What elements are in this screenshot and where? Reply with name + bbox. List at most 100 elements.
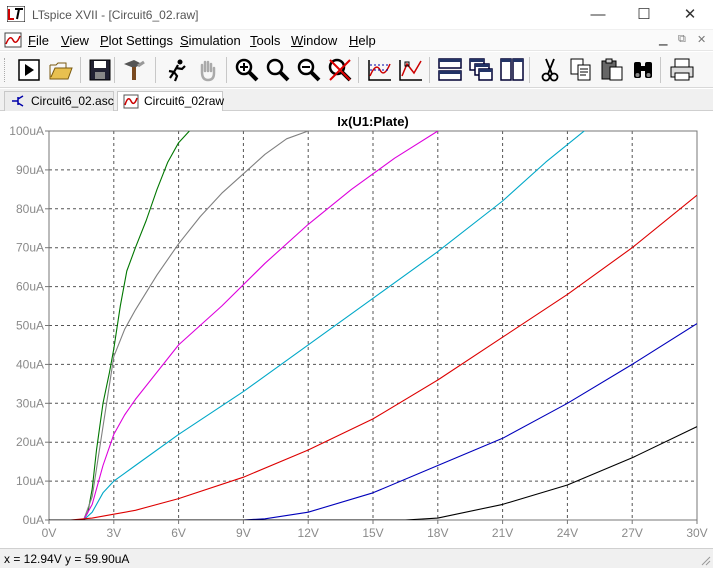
mdi-restore-button[interactable]: ⧉ — [678, 33, 686, 46]
y-tick-label: 70uA — [16, 241, 44, 255]
cut-button[interactable] — [536, 56, 564, 84]
minimize-button[interactable]: — — [575, 0, 621, 30]
menu-view[interactable]: View — [61, 33, 89, 48]
close-button[interactable]: ✕ — [667, 0, 713, 30]
y-tick-label: 20uA — [16, 435, 44, 449]
find-button[interactable] — [629, 56, 657, 84]
x-tick-label: 9V — [236, 526, 251, 540]
cascade-icon — [469, 58, 493, 81]
waveform-plot[interactable]: Ix(U1:Plate) 0V 3V 6V 9V 12V 15V 18V 21V 24V 27V 30… — [0, 111, 713, 548]
open-button[interactable] — [47, 56, 75, 84]
y-tick-label: 100uA — [9, 124, 44, 138]
zoom-full-icon — [266, 58, 290, 82]
maximize-button[interactable]: ☐ — [621, 0, 667, 30]
y-tick-label: 40uA — [16, 357, 44, 371]
save-button[interactable] — [86, 56, 114, 84]
tile-horizontal-icon — [438, 58, 462, 81]
copy-icon — [570, 58, 591, 81]
mdi-minimize-button[interactable]: ▁ — [659, 33, 667, 46]
plot-title[interactable]: Ix(U1:Plate) — [337, 114, 409, 129]
print-button[interactable] — [668, 56, 696, 84]
control-panel-button[interactable] — [120, 56, 148, 84]
run-button[interactable] — [15, 56, 43, 84]
x-tick-label: 15V — [362, 526, 383, 540]
zoom-cancel-button[interactable] — [326, 56, 354, 84]
toolbar-separator — [358, 57, 359, 83]
title-bar: LTspice XVII - [Circuit6_02.raw] — ☐ ✕ — [0, 0, 713, 30]
pan-hand-button[interactable] — [194, 56, 222, 84]
menu-accelerator: F — [28, 33, 36, 48]
menu-label-rest: elp — [358, 33, 376, 48]
tab-waveform[interactable]: Circuit6_02raw — [117, 91, 225, 112]
mark-data-icon — [399, 60, 422, 81]
y-tick-label: 10uA — [16, 474, 44, 488]
menu-label-rest: ools — [256, 33, 281, 48]
running-man-icon — [168, 59, 186, 82]
cut-icon — [541, 58, 559, 82]
open-icon — [49, 62, 73, 80]
resize-grip-icon[interactable] — [701, 556, 711, 566]
y-tick-label: 30uA — [16, 396, 44, 410]
menu-label-rest: lot Settings — [108, 33, 173, 48]
document-tabs: Circuit6_02.asc Circuit6_02raw — [0, 89, 713, 112]
toolbar-separator — [226, 57, 227, 83]
x-tick-label: 6V — [171, 526, 186, 540]
tab-schematic-label: Circuit6_02.asc — [31, 94, 114, 108]
x-tick-label: 3V — [106, 526, 121, 540]
zoom-out-button[interactable] — [295, 56, 323, 84]
zoom-out-icon — [297, 58, 321, 82]
tile-vertical-icon — [500, 58, 524, 81]
zoom-in-button[interactable] — [233, 56, 261, 84]
toolbar-separator — [155, 57, 156, 83]
toolbar — [0, 52, 713, 88]
schematic-icon — [12, 95, 24, 107]
menu-label-rest: imulation — [188, 33, 241, 48]
cursor-readout: x = 12.94V y = 59.90uA — [4, 552, 130, 566]
cascade-button[interactable] — [467, 56, 495, 84]
y-tick-label: 90uA — [16, 163, 44, 177]
mark-data-button[interactable] — [397, 56, 425, 84]
window-title: LTspice XVII - [Circuit6_02.raw] — [32, 8, 199, 22]
x-tick-label: 12V — [298, 526, 319, 540]
x-tick-label: 27V — [622, 526, 643, 540]
pan-hand-icon — [200, 60, 216, 82]
menu-simulation[interactable]: Simulation — [180, 33, 241, 48]
menu-label-rest: ile — [35, 33, 49, 48]
running-man-button[interactable] — [163, 56, 191, 84]
plot-canvas[interactable]: Ix(U1:Plate) 0V 3V 6V 9V 12V 15V 18V 21V 24V 27V 30… — [0, 111, 713, 548]
trace-line-0[interactable] — [49, 131, 190, 520]
menu-accelerator: H — [349, 33, 359, 48]
zoom-in-icon — [235, 58, 259, 82]
paste-button[interactable] — [598, 56, 626, 84]
menu-plot-settings[interactable]: Plot Settings — [100, 33, 173, 48]
copy-button[interactable] — [567, 56, 595, 84]
menu-help[interactable]: Help — [349, 33, 376, 48]
tile-vertical-button[interactable] — [498, 56, 526, 84]
mdi-close-button[interactable]: ✕ — [697, 33, 706, 46]
tile-horizontal-button[interactable] — [436, 56, 464, 84]
menu-tools[interactable]: Tools — [250, 33, 280, 48]
control-panel-icon — [124, 60, 145, 80]
trace-line-3[interactable] — [49, 127, 589, 520]
y-tick-label: 50uA — [16, 319, 44, 333]
autorange-button[interactable] — [366, 56, 394, 84]
y-tick-label: 80uA — [16, 202, 44, 216]
menu-file[interactable]: File — [28, 33, 49, 48]
status-bar: x = 12.94V y = 59.90uA — [0, 548, 713, 568]
waveform-doc-icon[interactable] — [4, 32, 22, 48]
zoom-full-button[interactable] — [264, 56, 292, 84]
tab-schematic[interactable]: Circuit6_02.asc — [4, 91, 114, 111]
y-tick-label: 0uA — [23, 513, 44, 527]
menu-window[interactable]: Window — [291, 33, 337, 48]
menu-bar: File View Plot Settings Simulation Tools Wind… — [0, 30, 713, 51]
toolbar-separator — [114, 57, 115, 83]
autorange-icon — [368, 60, 391, 81]
x-tick-label: 21V — [492, 526, 513, 540]
x-tick-label: 0V — [42, 526, 57, 540]
toolbar-grip[interactable] — [4, 58, 7, 82]
menu-accelerator: P — [100, 33, 109, 48]
print-icon — [670, 58, 694, 81]
tab-waveform-label: Circuit6_02raw — [144, 94, 225, 108]
toolbar-separator — [660, 57, 661, 83]
zoom-cancel-icon — [328, 58, 352, 82]
